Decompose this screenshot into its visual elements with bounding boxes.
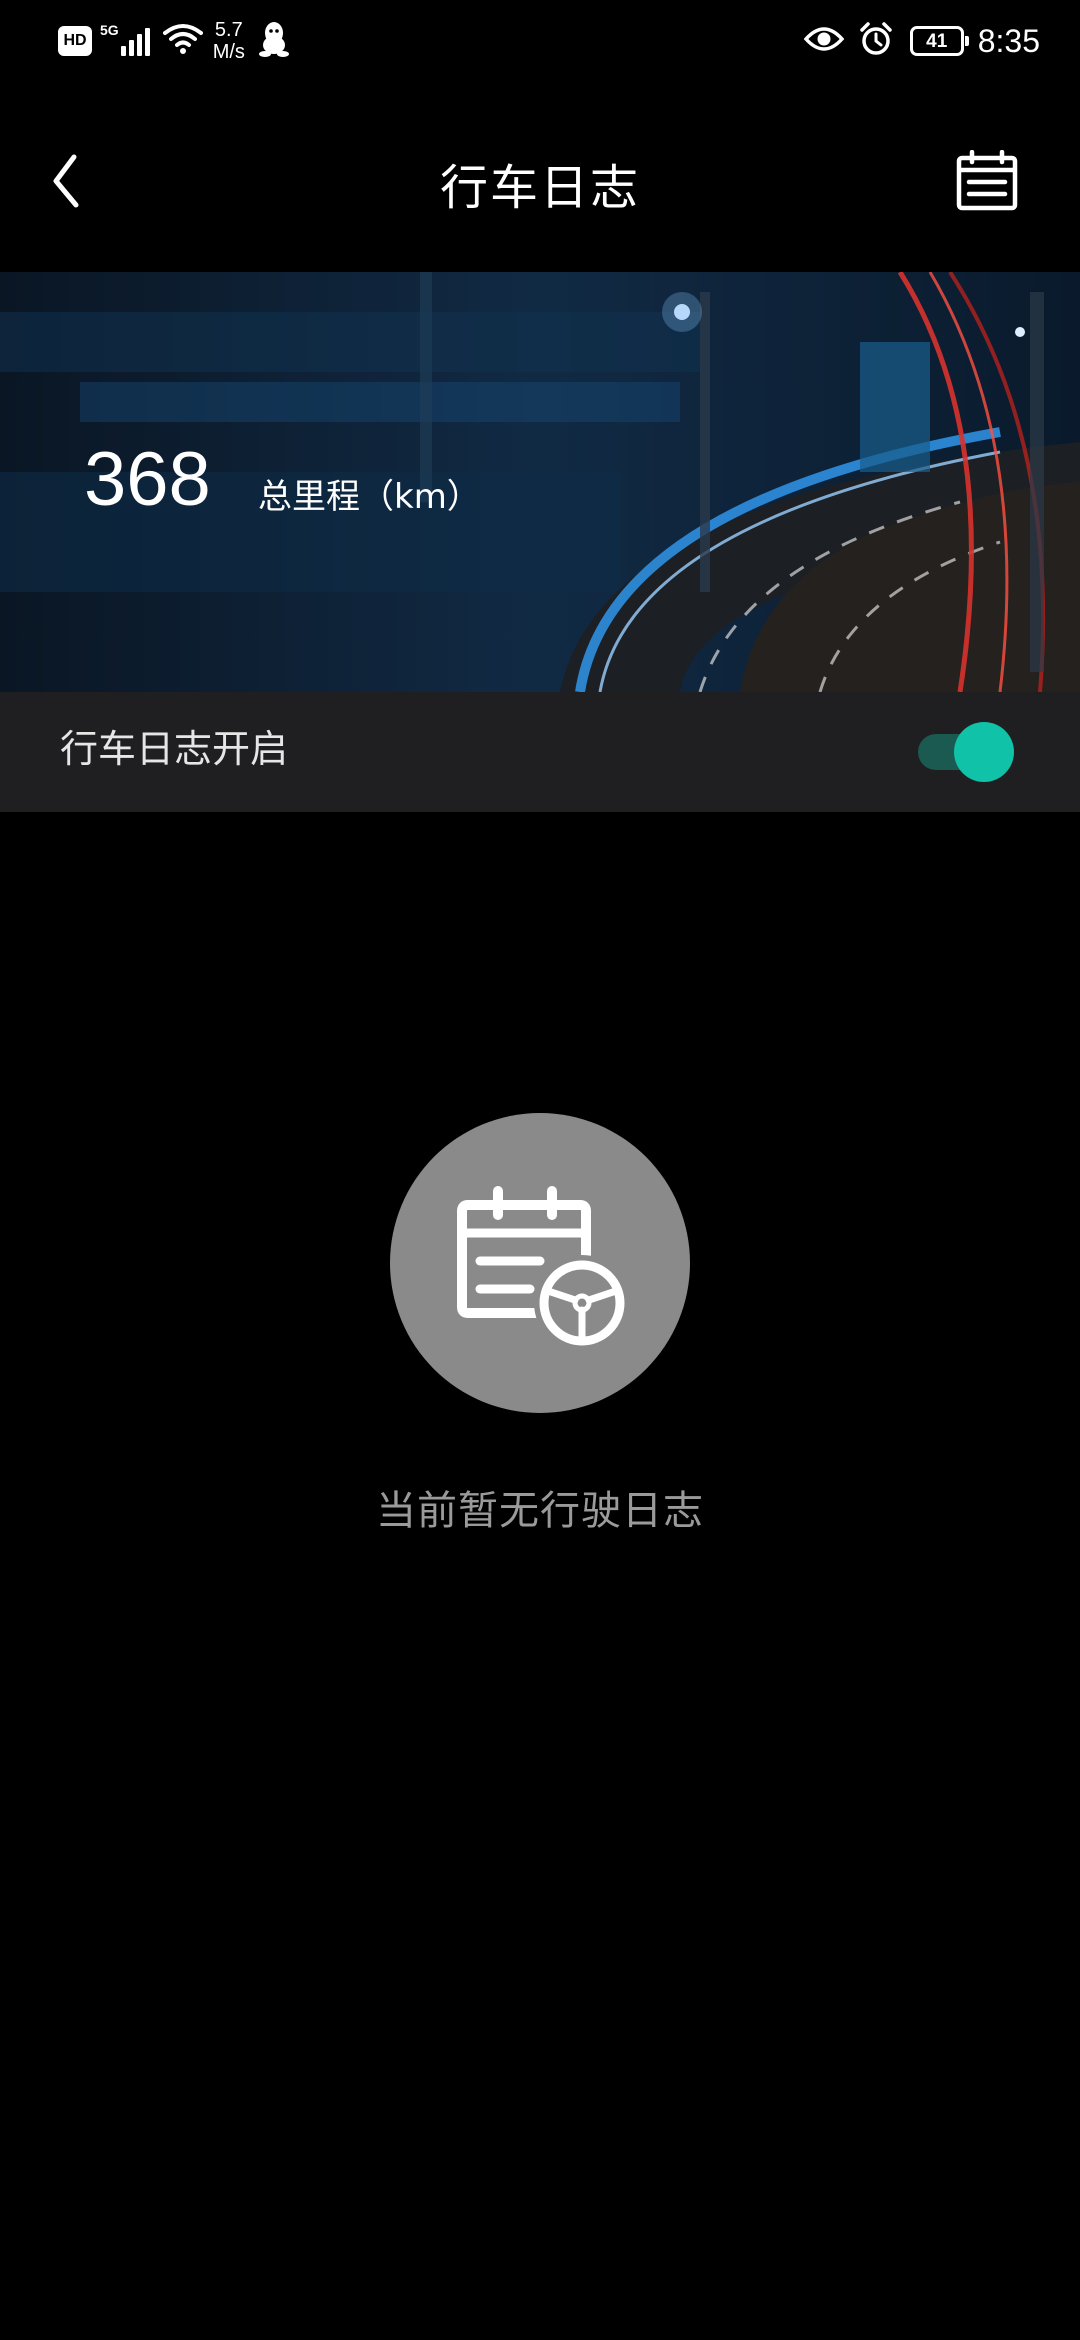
network-speed: 5.7 M/s [213, 19, 245, 63]
status-bar-right: 41 8:35 [803, 18, 1040, 64]
page-title: 行车日志 [439, 160, 640, 216]
calendar-steering-wheel-icon [457, 1186, 630, 1351]
network-type: 5G [100, 22, 119, 38]
wifi-icon [162, 23, 203, 59]
empty-state-message: 当前暂无行驶日志 [376, 1488, 704, 1534]
status-bar: HD 5G 5.7 M/s 41 8:35 [0, 0, 1080, 80]
clock-time: 8:35 [977, 22, 1040, 59]
hd-badge: HD [58, 26, 92, 56]
network-speed-unit: M/s [212, 41, 245, 63]
driving-log-toggle-label: 行车日志开启 [60, 727, 289, 771]
battery-level: 41 [926, 30, 948, 52]
driving-log-toggle-row: 行车日志开启 [0, 692, 1080, 812]
status-bar-left: HD 5G 5.7 M/s [58, 18, 289, 64]
mileage-banner: 368 总里程（km） [0, 272, 1080, 692]
top-app-bar: 行车日志 [0, 110, 1080, 250]
battery-icon: 41 [909, 26, 969, 56]
empty-state-icon [390, 1113, 690, 1413]
toggle-knob [954, 722, 1014, 782]
total-mileage-value: 368 [84, 437, 211, 522]
network-speed-value: 5.7 [214, 19, 243, 41]
alarm-clock-icon [858, 21, 894, 61]
eye-icon [803, 25, 845, 57]
calendar-button[interactable] [952, 146, 1022, 216]
driving-log-toggle-switch[interactable] [918, 722, 1014, 782]
signal-icon [120, 26, 153, 56]
calendar-icon [956, 150, 1018, 211]
qq-penguin-icon [258, 21, 289, 61]
total-mileage-label: 总里程（km） [258, 477, 481, 517]
